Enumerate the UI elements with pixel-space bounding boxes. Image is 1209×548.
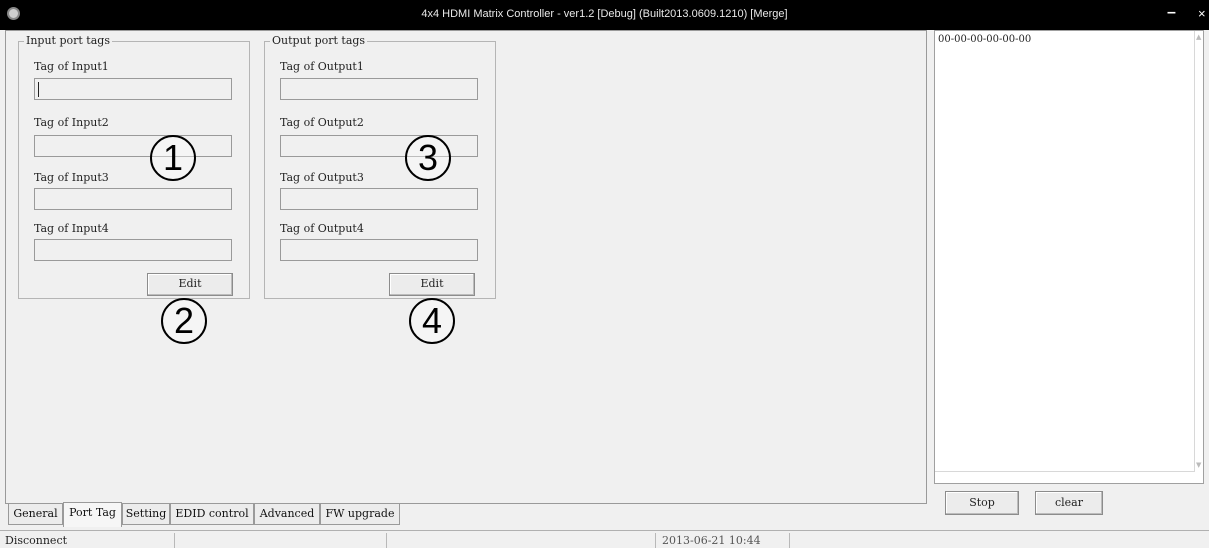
- output2-label: Tag of Output2: [280, 116, 364, 129]
- output1-label: Tag of Output1: [280, 60, 364, 73]
- stop-button[interactable]: Stop: [945, 491, 1019, 515]
- log-line: 00-00-00-00-00-00: [938, 34, 1032, 45]
- status-cell-5: [791, 533, 1205, 548]
- log-output-panel[interactable]: 00-00-00-00-00-00 ▲ ▼: [934, 30, 1204, 484]
- tab-edid-control[interactable]: EDID control: [170, 503, 254, 525]
- status-cell-3: [388, 533, 656, 548]
- title-bar: 4x4 HDMI Matrix Controller - ver1.2 [Deb…: [0, 0, 1209, 30]
- tab-fw-upgrade[interactable]: FW upgrade: [320, 503, 400, 525]
- output-group-legend: Output port tags: [270, 34, 368, 47]
- scroll-up-icon[interactable]: ▲: [1196, 33, 1201, 41]
- output-port-tags-group: Output port tags Tag of Output1 Tag of O…: [264, 34, 496, 299]
- output4-tag-field[interactable]: [280, 239, 478, 261]
- input2-tag-field[interactable]: [34, 135, 232, 157]
- marker-4: 4: [409, 298, 455, 344]
- port-tag-panel: Input port tags Tag of Input1 Tag of Inp…: [5, 30, 927, 504]
- output1-tag-field[interactable]: [280, 78, 478, 100]
- marker-3: 3: [405, 135, 451, 181]
- horizontal-scrollbar[interactable]: [935, 471, 1195, 483]
- input3-tag-field[interactable]: [34, 188, 232, 210]
- input2-label: Tag of Input2: [34, 116, 109, 129]
- input4-tag-field[interactable]: [34, 239, 232, 261]
- input3-label: Tag of Input3: [34, 171, 109, 184]
- status-cell-2: [176, 533, 387, 548]
- input4-label: Tag of Input4: [34, 222, 109, 235]
- input-group-legend: Input port tags: [24, 34, 112, 47]
- status-bar: Disconnect 2013-06-21 10:44: [0, 530, 1209, 548]
- input1-label: Tag of Input1: [34, 60, 109, 73]
- input1-tag-field[interactable]: [34, 78, 232, 100]
- text-caret: [38, 82, 39, 97]
- tab-general[interactable]: General: [8, 503, 63, 525]
- tab-port-tag[interactable]: Port Tag: [63, 502, 122, 527]
- connection-status: Disconnect: [3, 533, 175, 548]
- output3-label: Tag of Output3: [280, 171, 364, 184]
- input-edit-button[interactable]: Edit: [147, 273, 233, 296]
- window-title: 4x4 HDMI Matrix Controller - ver1.2 [Deb…: [421, 8, 788, 20]
- scroll-down-icon[interactable]: ▼: [1196, 461, 1201, 469]
- marker-1: 1: [150, 135, 196, 181]
- tab-advanced[interactable]: Advanced: [254, 503, 320, 525]
- marker-2: 2: [161, 298, 207, 344]
- output3-tag-field[interactable]: [280, 188, 478, 210]
- tab-setting[interactable]: Setting: [122, 503, 170, 525]
- clear-button[interactable]: clear: [1035, 491, 1103, 515]
- output4-label: Tag of Output4: [280, 222, 364, 235]
- minimize-icon[interactable]: –: [1167, 4, 1176, 22]
- vertical-scrollbar[interactable]: ▲ ▼: [1194, 31, 1203, 471]
- status-datetime: 2013-06-21 10:44: [657, 533, 790, 548]
- close-icon[interactable]: ×: [1198, 6, 1206, 21]
- output-edit-button[interactable]: Edit: [389, 273, 475, 296]
- input-port-tags-group: Input port tags Tag of Input1 Tag of Inp…: [18, 34, 250, 299]
